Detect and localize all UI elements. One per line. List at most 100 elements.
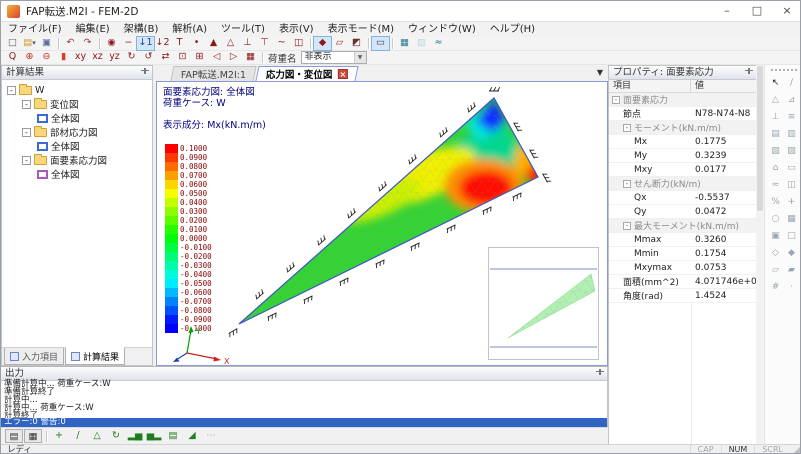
menu-item-1[interactable]: 編集(E) [69,22,117,37]
text-labels-button[interactable]: T [171,37,188,50]
plus-tool-icon[interactable]: + [784,194,800,211]
maximize-button[interactable]: □ [742,1,772,21]
add-wedge-icon[interactable]: ⊿ [784,92,800,109]
palette-drag-handle[interactable] [771,69,797,72]
menu-item-6[interactable]: 表示モード(M) [321,22,401,37]
menu-item-2[interactable]: 架構(B) [117,22,166,37]
expander-icon[interactable]: - [7,86,16,95]
chart-high-button[interactable]: ▅▂ [145,429,163,443]
property-row-2[interactable]: -モーメント(kN.m/m) [609,121,756,135]
add-triangle-icon[interactable]: △ [768,92,784,109]
tree-item-1[interactable]: -変位図 [2,97,152,111]
figure-annotate-button[interactable]: ◆ [314,37,331,50]
next-result-button[interactable]: ▷ [225,51,242,64]
property-row-4[interactable]: My0.3239 [609,149,756,163]
document-tab-1[interactable]: 応力図・変位図× [256,66,359,81]
output-selected-line[interactable]: エラー:0 警告:0 [1,418,607,427]
expander-icon[interactable]: - [623,222,631,230]
face-tool-icon[interactable]: ◫ [784,177,800,194]
swap-view-button[interactable]: ⇄ [157,51,174,64]
add-support-icon[interactable]: ⊥ [768,109,784,126]
probe-select-button[interactable]: ◉ [103,37,120,50]
output-line-1[interactable]: 準備計算終了 [1,388,607,396]
panel-tab-1[interactable]: 計算結果 [65,347,125,365]
add-beam-icon[interactable]: ≡ [784,109,800,126]
zoom-window-button[interactable]: ▮ [55,51,72,64]
circle-tool-icon[interactable]: ○ [768,211,784,228]
menu-item-0[interactable]: ファイル(F) [1,22,69,37]
diamond-tool-icon[interactable]: ◇ [768,245,784,262]
menu-item-5[interactable]: 表示(V) [272,22,321,37]
zoom-out-button[interactable]: ⊖ [38,51,55,64]
panel-tab-0[interactable]: 入力項目 [4,348,64,365]
expander-icon[interactable]: - [22,128,31,137]
property-row-8[interactable]: Qy0.0472 [609,205,756,219]
tree-item-4[interactable]: 全体図 [2,139,152,153]
property-row-13[interactable]: 面積(mm^2)4.071746e+003 [609,275,756,289]
draw-line-icon[interactable]: / [784,75,800,92]
edit-item-button[interactable]: / [69,429,87,443]
menu-item-7[interactable]: ウィンドウ(W) [401,22,483,37]
house-tool-icon[interactable]: ⌂ [768,160,784,177]
open-result-button[interactable]: ▤ [164,429,182,443]
result-wave-button[interactable]: ≈ [430,37,447,50]
zoom-in-button[interactable]: ⊕ [21,51,38,64]
area-load-icon[interactable]: ▧ [768,143,784,160]
menu-item-8[interactable]: ヘルプ(H) [483,22,542,37]
frame-tool-icon[interactable]: ▭ [784,160,800,177]
corner-tool-button[interactable]: ◢ [183,429,201,443]
expander-icon[interactable]: - [623,124,631,132]
undo-button[interactable]: ↶ [62,37,79,50]
shrink-elements-button[interactable]: − [120,37,137,50]
fit-view-button[interactable]: ⊡ [174,51,191,64]
grid-view-button[interactable]: ⊞ [191,51,208,64]
property-row-9[interactable]: -最大モーメント(kN.m/m) [609,219,756,233]
tree-item-6[interactable]: 全体図 [2,167,152,181]
panel-tool-icon[interactable]: ▣ [768,228,784,245]
property-row-5[interactable]: Mxy0.0177 [609,163,756,177]
element-fill-button[interactable]: ▲ [205,37,222,50]
element-numbers-button[interactable]: ↓2 [154,37,171,50]
property-row-7[interactable]: Qx-0.5537 [609,191,756,205]
expander-icon[interactable]: - [612,96,620,104]
property-row-0[interactable]: -面要素応力 [609,93,756,107]
property-row-6[interactable]: -せん断力(kN/m) [609,177,756,191]
tree-item-5[interactable]: -面要素応力図 [2,153,152,167]
load-symbols-button[interactable]: ~ [273,37,290,50]
chart-low-button[interactable]: ▂▅ [126,429,144,443]
node-points-button[interactable]: • [188,37,205,50]
dot-tool-icon[interactable]: · [784,279,800,296]
property-row-1[interactable]: 節点N78-N74-N8 [609,107,756,121]
tree-item-3[interactable]: -部材応力図 [2,125,152,139]
document-tab-0[interactable]: FAP転送.M2I:1 [170,66,256,81]
solid-para-tool-icon[interactable]: ▰ [784,262,800,279]
zoom-select-button[interactable]: Q [4,51,21,64]
pin-icon[interactable] [744,68,753,77]
property-row-3[interactable]: Mx0.1775 [609,135,756,149]
percent-tool-icon[interactable]: % [768,194,784,211]
select-cursor-icon[interactable]: ↖ [768,75,784,92]
pin-icon[interactable] [595,369,604,378]
rotate-view-button[interactable]: ↻ [123,51,140,64]
expander-icon[interactable]: - [22,156,31,165]
output-table-button[interactable]: ▤ [5,429,23,443]
property-row-11[interactable]: Mmin0.1754 [609,247,756,261]
close-button[interactable]: × [772,1,801,21]
expander-icon[interactable]: - [623,180,631,188]
combo-dropdown-icon[interactable]: ▼ [354,52,366,63]
solid-diamond-tool-icon[interactable]: ◆ [784,245,800,262]
expander-icon[interactable]: - [22,100,31,109]
refresh-result-button[interactable]: ↻ [107,429,125,443]
resize-grip[interactable] [793,446,801,454]
spring-symbols-button[interactable]: ⊤ [256,37,273,50]
view-yz-button[interactable]: yz [106,51,123,64]
output-line-3[interactable]: 計算中... 荷重ケース:W [1,404,607,412]
menu-item-3[interactable]: 解析(A) [165,22,214,37]
minimize-button[interactable]: – [712,1,742,21]
open-file-button[interactable]: ▤▾ [21,37,38,50]
display-mode-button[interactable]: ▦ [242,51,259,64]
box-tool-icon[interactable]: □ [784,228,800,245]
add-element-button[interactable]: △ [88,429,106,443]
add-item-button[interactable]: + [50,429,68,443]
property-row-14[interactable]: 角度(rad)1.4524 [609,289,756,303]
